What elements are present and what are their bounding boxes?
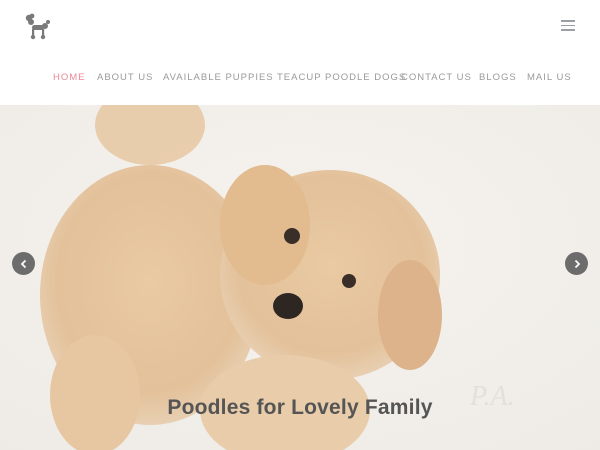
nav-item-mail-us[interactable]: MAIL US [527,72,572,83]
nav-item-about-us[interactable]: ABOUT US [97,72,153,83]
nav-item-available-puppies[interactable]: AVAILABLE PUPPIES [163,72,274,83]
chevron-left-icon [20,259,26,268]
site-header: HOME ABOUT US AVAILABLE PUPPIES TEACUP P… [0,0,600,105]
slider-next-button[interactable] [565,252,588,275]
main-nav: HOME ABOUT US AVAILABLE PUPPIES TEACUP P… [0,72,600,86]
slider-prev-button[interactable] [12,252,35,275]
nav-item-teacup-poodle-dogs[interactable]: TEACUP POODLE DOGS [277,72,406,83]
nav-item-contact-us[interactable]: CONTACT US [401,72,472,83]
hero-slider: P.A. Poodles for Lovely Family [0,105,600,450]
chevron-right-icon [574,259,580,268]
nav-item-home[interactable]: HOME [53,72,86,83]
nav-item-blogs[interactable]: BLOGS [479,72,517,83]
site-logo[interactable] [24,13,52,41]
hero-caption: Poodles for Lovely Family [167,396,433,419]
hamburger-menu-icon[interactable] [561,20,575,32]
poodle-logo-icon [25,13,50,40]
